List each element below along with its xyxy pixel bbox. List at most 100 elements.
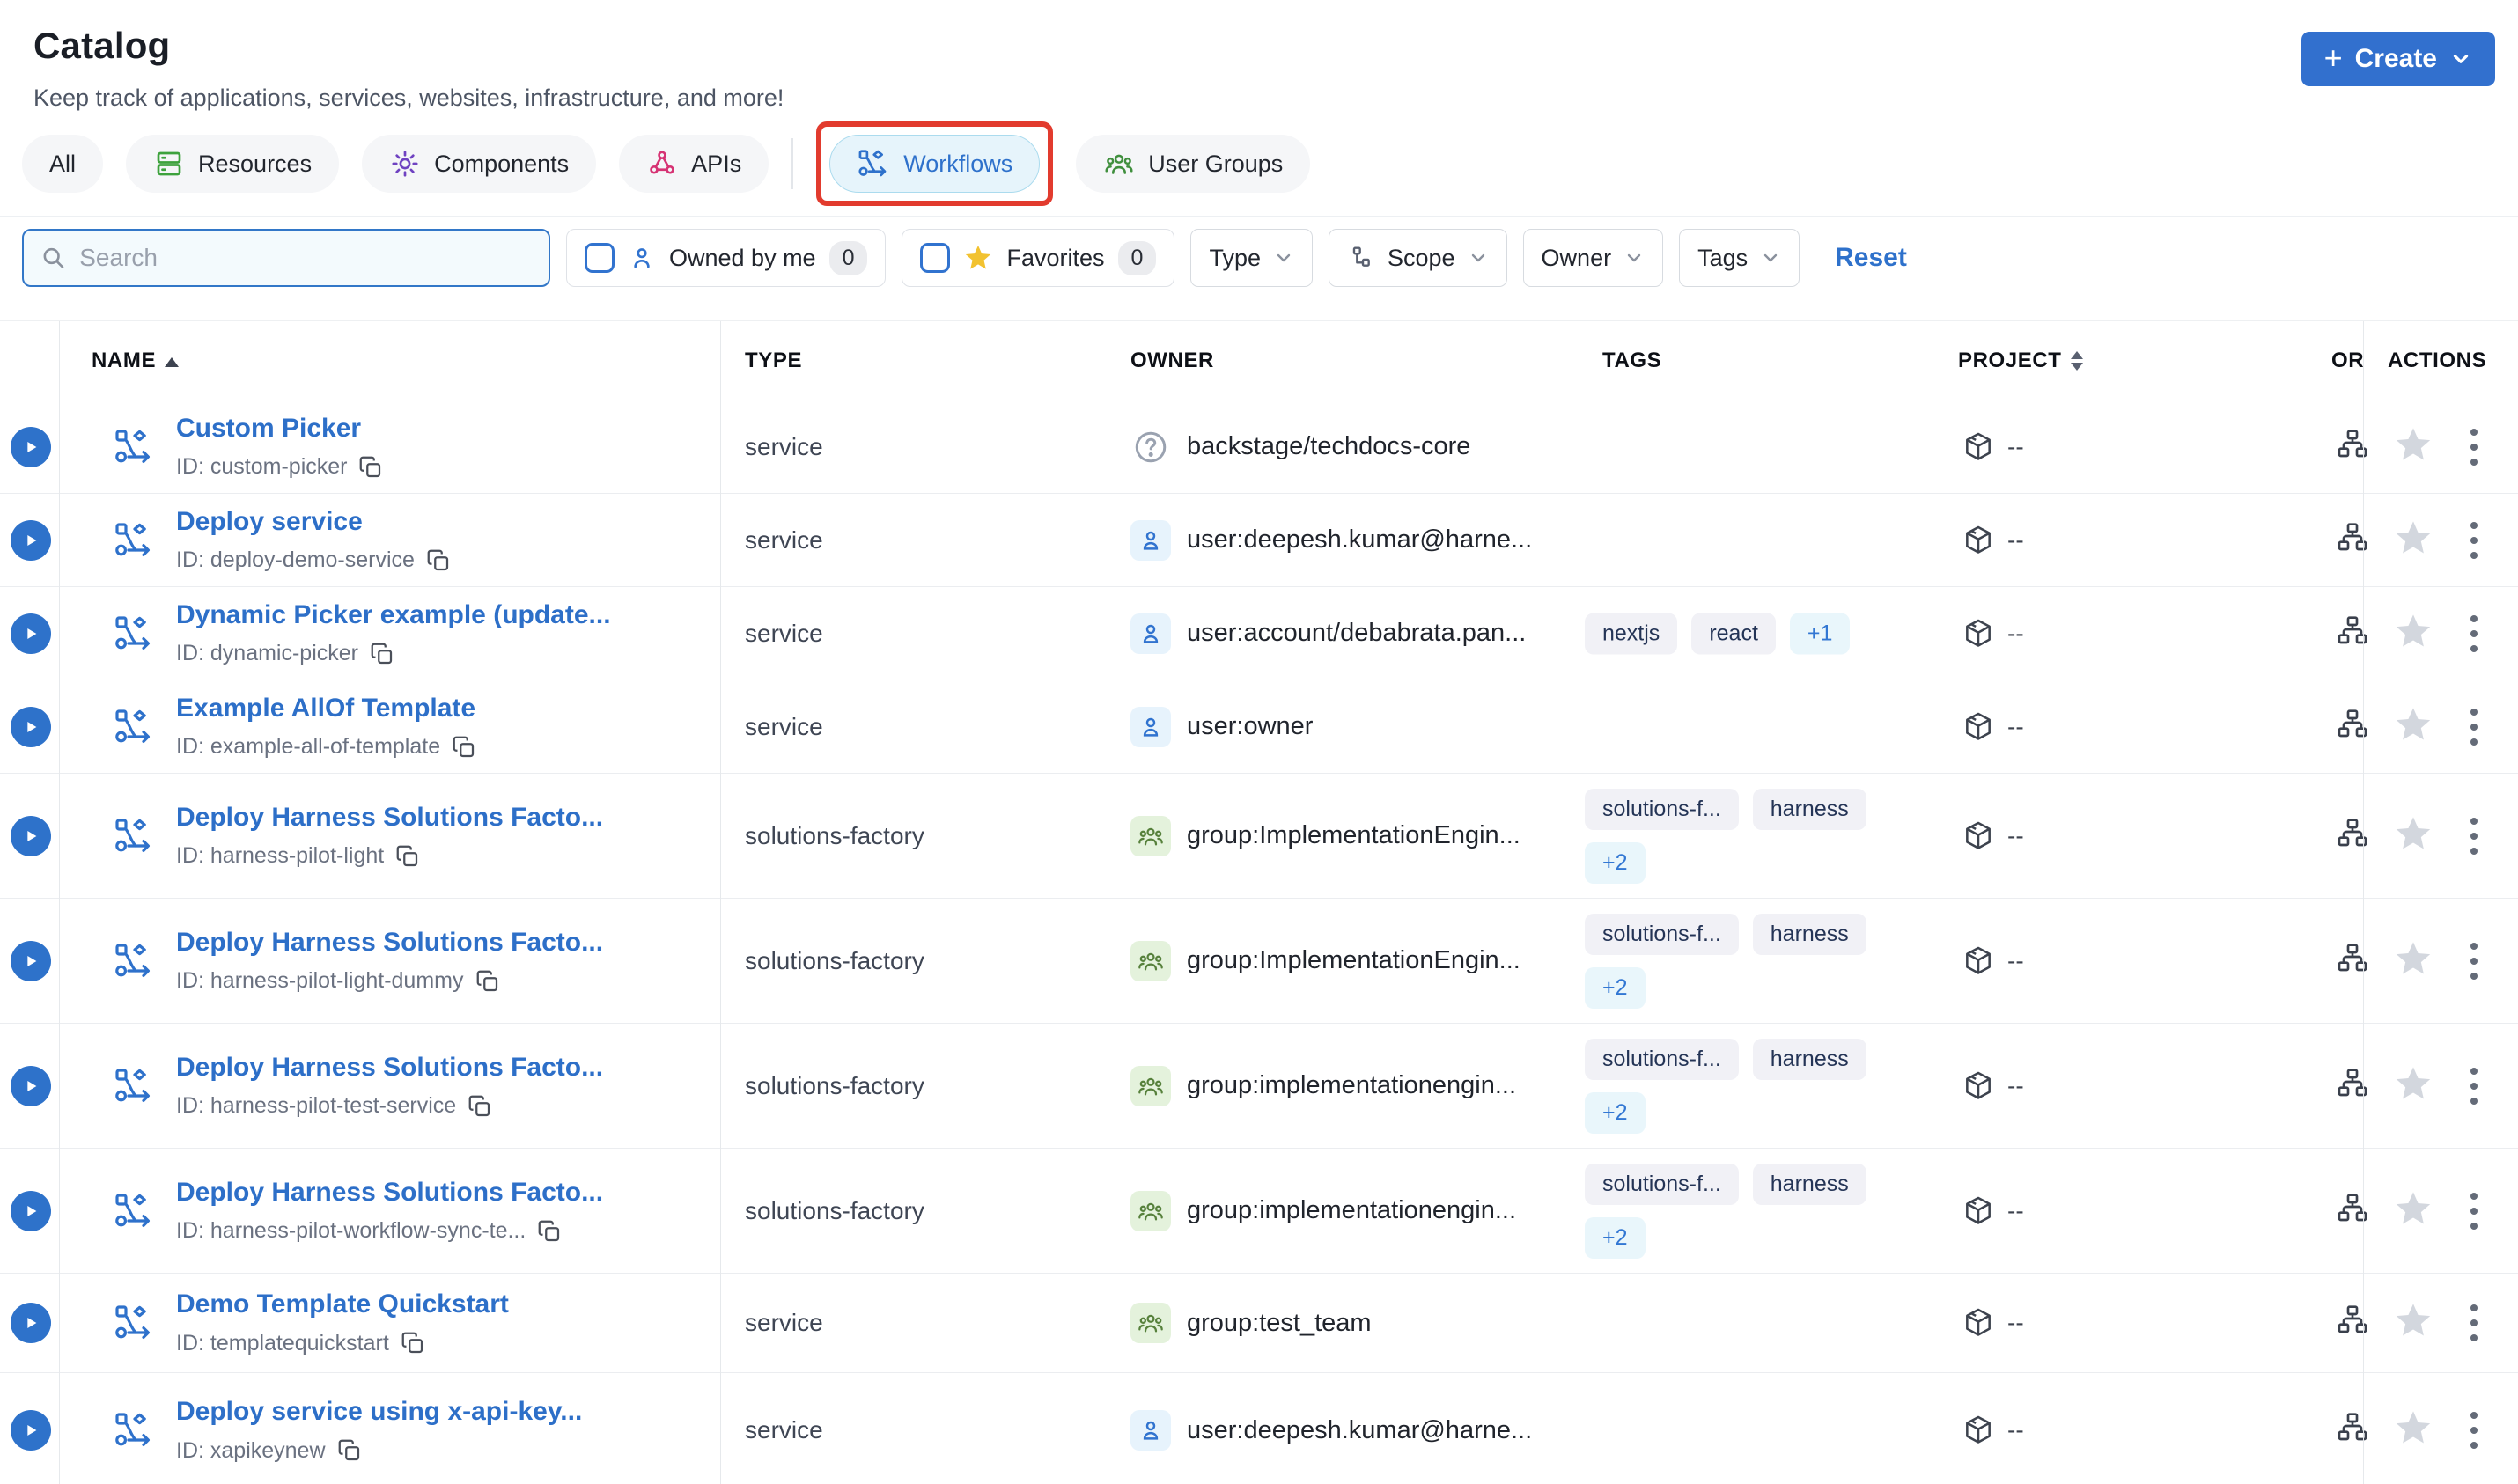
row-menu-button[interactable]: [2465, 1187, 2483, 1235]
copy-icon[interactable]: [357, 454, 384, 481]
run-workflow-play-button[interactable]: [11, 1303, 51, 1343]
row-menu-button[interactable]: [2465, 517, 2483, 564]
copy-icon[interactable]: [336, 1437, 363, 1464]
row-menu-button[interactable]: [2465, 610, 2483, 658]
org-chart-icon[interactable]: [2335, 613, 2370, 653]
row-menu-button[interactable]: [2465, 937, 2483, 985]
row-menu-button[interactable]: [2465, 1062, 2483, 1110]
run-workflow-play-button[interactable]: [11, 940, 51, 981]
more-tags-pill[interactable]: +2: [1585, 966, 1646, 1009]
tag-pill: solutions-f...: [1585, 913, 1739, 955]
tab-user-groups[interactable]: User Groups: [1076, 135, 1311, 193]
copy-icon[interactable]: [467, 1093, 493, 1120]
org-chart-icon[interactable]: [2335, 520, 2370, 560]
favorite-star-icon[interactable]: [2393, 938, 2433, 983]
tab-resources[interactable]: Resources: [126, 135, 340, 193]
search-box[interactable]: [22, 229, 550, 287]
org-chart-icon[interactable]: [2335, 707, 2370, 746]
column-header-owner: OWNER: [1130, 348, 1214, 372]
entity-name-link[interactable]: Deploy Harness Solutions Facto...: [176, 803, 603, 833]
org-chart-icon[interactable]: [2335, 816, 2370, 856]
type-cell: service: [745, 1309, 823, 1336]
run-workflow-play-button[interactable]: [11, 815, 51, 856]
owner-dropdown[interactable]: Owner: [1522, 229, 1664, 287]
favorite-star-icon[interactable]: [2393, 1301, 2433, 1346]
favorite-star-icon[interactable]: [2393, 1408, 2433, 1453]
favorite-star-icon[interactable]: [2393, 704, 2433, 749]
project-cell: --: [1962, 617, 2024, 650]
favorite-star-icon[interactable]: [2393, 611, 2433, 656]
entity-name-link[interactable]: Deploy Harness Solutions Facto...: [176, 1053, 603, 1083]
favorite-star-icon[interactable]: [2393, 813, 2433, 858]
owner-name: user:owner: [1187, 712, 1314, 740]
type-dropdown[interactable]: Type: [1190, 229, 1313, 287]
org-chart-icon[interactable]: [2335, 1411, 2370, 1451]
favorite-star-icon[interactable]: [2393, 424, 2433, 469]
owned-by-me-filter[interactable]: Owned by me 0: [566, 229, 887, 287]
org-chart-icon[interactable]: [2335, 1191, 2370, 1231]
row-menu-button[interactable]: [2465, 1299, 2483, 1347]
entity-name-link[interactable]: Deploy Harness Solutions Facto...: [176, 1178, 603, 1208]
run-workflow-play-button[interactable]: [11, 426, 51, 467]
reset-filters-link[interactable]: Reset: [1835, 243, 1907, 273]
org-chart-icon[interactable]: [2335, 427, 2370, 467]
entity-name-link[interactable]: Custom Picker: [176, 414, 384, 444]
more-tags-pill[interactable]: +2: [1585, 1216, 1646, 1259]
copy-icon[interactable]: [536, 1218, 563, 1245]
row-menu-button[interactable]: [2465, 812, 2483, 860]
favorites-checkbox[interactable]: [920, 243, 951, 273]
run-workflow-play-button[interactable]: [11, 706, 51, 747]
scope-dropdown[interactable]: Scope: [1328, 229, 1507, 287]
favorite-star-icon[interactable]: [2393, 1063, 2433, 1108]
entity-name-link[interactable]: Deploy Harness Solutions Facto...: [176, 928, 603, 958]
row-menu-button[interactable]: [2465, 423, 2483, 471]
entity-name-link[interactable]: Deploy service: [176, 507, 452, 537]
workflow-icon: [113, 426, 155, 468]
entity-name-link[interactable]: Example AllOf Template: [176, 694, 477, 724]
entity-name-link[interactable]: Deploy service using x-api-key...: [176, 1397, 582, 1427]
more-tags-pill[interactable]: +2: [1585, 1091, 1646, 1134]
project-cell: --: [1962, 1414, 2024, 1447]
run-workflow-play-button[interactable]: [11, 519, 51, 561]
run-workflow-play-button[interactable]: [11, 613, 51, 654]
column-header-project[interactable]: PROJECT: [1958, 349, 2083, 373]
org-chart-icon[interactable]: [2335, 1304, 2370, 1343]
favorites-filter[interactable]: Favorites 0: [902, 229, 1175, 287]
owner-name: group:ImplementationEngin...: [1187, 821, 1520, 849]
row-menu-button[interactable]: [2465, 703, 2483, 751]
copy-icon[interactable]: [451, 734, 477, 760]
org-chart-icon[interactable]: [2335, 941, 2370, 981]
copy-icon[interactable]: [425, 547, 452, 574]
table-row: Demo Template Quickstart ID: templatequi…: [0, 1274, 2518, 1373]
owner-name: group:implementationengin...: [1187, 1196, 1517, 1224]
copy-icon[interactable]: [400, 1330, 426, 1356]
copy-icon[interactable]: [394, 843, 421, 870]
run-workflow-play-button[interactable]: [11, 1190, 51, 1231]
package-icon: [1966, 946, 1991, 974]
entity-id: ID: dynamic-picker: [176, 641, 358, 665]
tag-pill: harness: [1752, 1163, 1866, 1205]
tab-apis[interactable]: APIs: [619, 135, 769, 193]
run-workflow-play-button[interactable]: [11, 1410, 51, 1451]
copy-icon[interactable]: [369, 641, 395, 667]
column-header-name[interactable]: NAME: [92, 349, 180, 373]
favorite-star-icon[interactable]: [2393, 1188, 2433, 1233]
owned-by-me-checkbox[interactable]: [585, 243, 615, 273]
tags-dropdown[interactable]: Tags: [1679, 229, 1800, 287]
entity-name-link[interactable]: Dynamic Picker example (update...: [176, 600, 611, 630]
tab-components[interactable]: Components: [362, 135, 597, 193]
favorite-star-icon[interactable]: [2393, 518, 2433, 562]
search-input[interactable]: [79, 244, 533, 272]
more-tags-pill[interactable]: +1: [1789, 613, 1851, 654]
table-row: Deploy Harness Solutions Facto... ID: ha…: [0, 1149, 2518, 1274]
create-button[interactable]: + Create: [2301, 32, 2495, 86]
tab-all[interactable]: All: [22, 135, 104, 193]
entity-name-link[interactable]: Demo Template Quickstart: [176, 1289, 509, 1319]
copy-icon[interactable]: [475, 968, 501, 995]
org-chart-icon[interactable]: [2335, 1066, 2370, 1106]
row-menu-button[interactable]: [2465, 1407, 2483, 1454]
tab-workflows[interactable]: Workflows: [829, 135, 1041, 193]
run-workflow-play-button[interactable]: [11, 1065, 51, 1106]
table-header-row: NAME TYPE OWNER TAGS PROJECT OR ACTIONS: [0, 321, 2518, 400]
more-tags-pill[interactable]: +2: [1585, 841, 1646, 884]
